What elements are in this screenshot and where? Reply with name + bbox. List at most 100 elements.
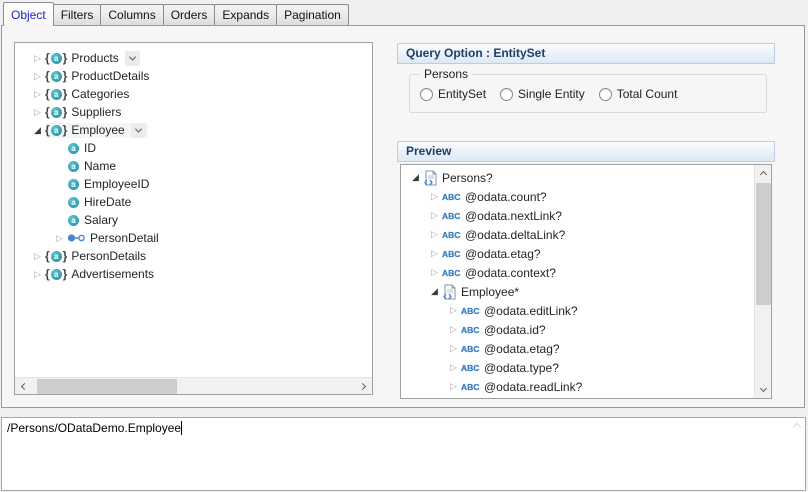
preview-item-label: Persons? [442,171,493,185]
tab-label: Orders [171,8,208,22]
preview-item-label: @odata.context? [465,266,556,280]
preview-item-employee[interactable]: Employee* [401,282,755,301]
tab-bar: Object Filters Columns Orders Expands Pa… [0,0,808,25]
tree-item-suppliers[interactable]: a Suppliers [15,103,372,121]
preview-item-label: @odata.nextLink? [465,209,562,223]
tab-filters[interactable]: Filters [53,4,102,25]
tree-item-label: Products [71,51,118,65]
tree-item-persondetail[interactable]: PersonDetail [15,229,372,247]
scroll-up-button[interactable] [755,165,772,182]
tree-item-categories[interactable]: a Categories [15,85,372,103]
expander-expanded-icon[interactable] [429,287,440,296]
scrollbar-thumb[interactable] [37,379,177,394]
preview-item-label: @odata.etag? [484,342,560,356]
preview-item-id[interactable]: 123 ID? [401,396,755,399]
tree-item-products[interactable]: a Products [15,49,372,67]
tree-item-name[interactable]: a Name [15,157,372,175]
selected-item-highlight: a Employee [45,123,148,138]
tree-item-persondetails[interactable]: a PersonDetails [15,247,372,265]
scroll-right-button[interactable] [355,378,372,395]
tree-item-label: EmployeeID [84,177,149,191]
preview-item-odata-context[interactable]: ABC @odata.context? [401,263,755,282]
entity-set-icon: a [45,69,67,83]
expander-collapsed-icon[interactable] [429,192,440,201]
expander-collapsed-icon[interactable] [448,344,459,353]
dropdown-chevron-icon[interactable] [131,123,146,138]
object-tab-page: a Products a ProductDetails a Categories… [1,25,805,408]
query-url-textbox[interactable]: /Persons/ODataDemo.Employee [1,417,806,491]
query-option-title: Query Option : EntitySet [406,46,545,60]
tree-item-employee[interactable]: a Employee [15,121,372,139]
tree-item-productdetails[interactable]: a ProductDetails [15,67,372,85]
expander-collapsed-icon[interactable] [32,108,43,117]
preview-tree: Persons? ABC @odata.count? ABC @odata.ne… [401,165,755,399]
vertical-scrollbar[interactable] [754,165,771,398]
tree-item-advertisements[interactable]: a Advertisements [15,265,372,283]
preview-item-odata-type[interactable]: ABC @odata.type? [401,358,755,377]
radio-button-icon [420,88,433,101]
radio-entityset[interactable]: EntitySet [420,87,486,101]
expander-expanded-icon[interactable] [410,173,421,182]
expander-collapsed-icon[interactable] [448,363,459,372]
expander-collapsed-icon[interactable] [429,230,440,239]
preview-item-odata-count[interactable]: ABC @odata.count? [401,187,755,206]
text-property-icon: ABC [442,230,461,240]
expander-collapsed-icon[interactable] [448,306,459,315]
radio-label: Total Count [617,87,678,101]
expander-collapsed-icon[interactable] [32,90,43,99]
horizontal-scrollbar[interactable] [15,377,372,394]
preview-item-persons[interactable]: Persons? [401,168,755,187]
preview-item-label: @odata.deltaLink? [465,228,565,242]
tree-item-label: Salary [84,213,118,227]
text-property-icon: ABC [442,249,461,259]
text-property-icon: ABC [442,211,461,221]
expander-collapsed-icon[interactable] [32,252,43,261]
tab-orders[interactable]: Orders [163,4,216,25]
entity-set-icon: a [45,267,67,281]
expander-expanded-icon[interactable] [32,126,43,135]
preview-title: Preview [406,144,451,158]
dropdown-chevron-icon[interactable] [125,51,140,66]
preview-item-odata-nextlink[interactable]: ABC @odata.nextLink? [401,206,755,225]
preview-item-odata-id[interactable]: ABC @odata.id? [401,320,755,339]
expander-collapsed-icon[interactable] [429,268,440,277]
tree-item-label: Categories [71,87,129,101]
entity-set-icon: a [45,249,67,263]
tree-item-employeeid[interactable]: a EmployeeID [15,175,372,193]
tab-columns[interactable]: Columns [100,4,163,25]
preview-item-label: @odata.editLink? [484,304,578,318]
expander-collapsed-icon[interactable] [448,325,459,334]
preview-item-odata-deltalink[interactable]: ABC @odata.deltaLink? [401,225,755,244]
tree-item-id[interactable]: a ID [15,139,372,157]
entity-tree-panel: a Products a ProductDetails a Categories… [14,42,373,395]
tree-item-salary[interactable]: a Salary [15,211,372,229]
text-caret [181,421,182,435]
preview-item-odata-etag[interactable]: ABC @odata.etag? [401,244,755,263]
preview-item-odata-readlink[interactable]: ABC @odata.readLink? [401,377,755,396]
preview-item-odata-editlink[interactable]: ABC @odata.editLink? [401,301,755,320]
tab-pagination[interactable]: Pagination [276,4,349,25]
entity-set-icon: a [45,105,67,119]
scroll-down-button[interactable] [755,381,772,398]
expander-collapsed-icon[interactable] [32,54,43,63]
expander-collapsed-icon[interactable] [54,234,65,243]
radio-label: Single Entity [518,87,585,101]
tab-label: Filters [61,8,94,22]
expander-collapsed-icon[interactable] [32,270,43,279]
radio-button-icon [599,88,612,101]
expander-collapsed-icon[interactable] [448,382,459,391]
tree-item-hiredate[interactable]: a HireDate [15,193,372,211]
radio-total-count[interactable]: Total Count [599,87,678,101]
radio-single-entity[interactable]: Single Entity [500,87,585,101]
json-document-icon [442,284,457,300]
scrollbar-thumb[interactable] [756,183,771,305]
expander-collapsed-icon[interactable] [32,72,43,81]
expander-collapsed-icon[interactable] [429,249,440,258]
entity-set-icon: a [45,87,67,101]
preview-item-odata-etag2[interactable]: ABC @odata.etag? [401,339,755,358]
scroll-left-button[interactable] [15,378,32,395]
expander-collapsed-icon[interactable] [429,211,440,220]
tab-expands[interactable]: Expands [214,4,277,25]
tab-object[interactable]: Object [3,2,54,26]
radio-button-icon [500,88,513,101]
